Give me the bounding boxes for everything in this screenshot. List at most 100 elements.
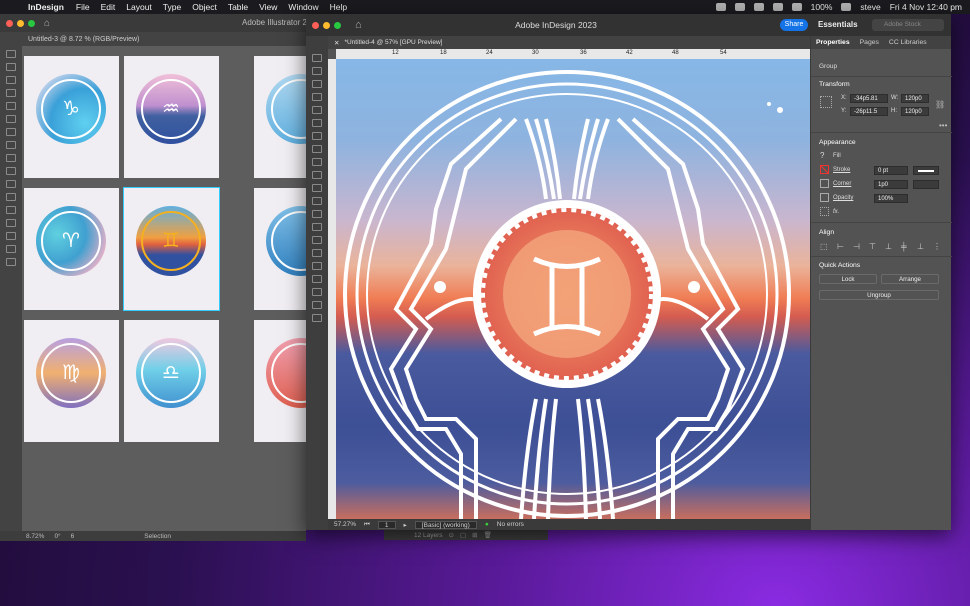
hand-tool-icon[interactable] <box>6 219 16 227</box>
share-button[interactable]: Share <box>780 19 808 31</box>
height-field[interactable]: 120p0 <box>901 107 929 116</box>
artboard[interactable]: ♈ <box>24 188 119 310</box>
lock-button[interactable]: Lock <box>819 274 877 284</box>
preflight-status[interactable]: No errors <box>497 521 524 528</box>
artboard[interactable]: ♑ <box>24 56 119 178</box>
dropbox-icon[interactable] <box>753 3 764 11</box>
adobe-stock-search[interactable]: Adobe Stock <box>872 19 944 31</box>
selection-tool-icon[interactable] <box>6 50 16 58</box>
arrange-button[interactable]: Arrange <box>881 274 939 284</box>
delete-layer-icon[interactable]: 🗑 <box>484 531 492 539</box>
reference-point-icon[interactable] <box>820 96 832 108</box>
gradient-tool-icon[interactable] <box>6 180 16 188</box>
align-bottom-icon[interactable]: ⊥ <box>917 242 924 251</box>
pencil-tool-icon[interactable] <box>312 158 322 166</box>
first-page-icon[interactable]: ⏮ <box>364 521 370 529</box>
direct-selection-tool-icon[interactable] <box>312 67 322 75</box>
artboard[interactable]: ♍ <box>24 320 119 442</box>
align-left-icon[interactable]: ⊢ <box>837 242 844 251</box>
artboard-selected[interactable]: ♊ <box>123 187 220 311</box>
eyedropper-tool-icon[interactable] <box>312 249 322 257</box>
stroke-type-dropdown[interactable] <box>913 166 939 175</box>
align-center-icon[interactable]: ⊣ <box>853 242 860 251</box>
user-name[interactable]: steve <box>860 2 880 12</box>
curvature-tool-icon[interactable] <box>6 89 16 97</box>
hand-tool-icon[interactable] <box>312 262 322 270</box>
stroke-label[interactable]: Stroke <box>833 167 850 173</box>
workspace-switcher[interactable]: Essentials <box>818 20 858 29</box>
eraser-tool-icon[interactable] <box>6 167 16 175</box>
zoom-button[interactable] <box>28 19 35 27</box>
note-tool-icon[interactable] <box>312 236 322 244</box>
zoom-tool-icon[interactable] <box>6 232 16 240</box>
menu-layout[interactable]: Layout <box>126 2 152 12</box>
align-top-icon[interactable]: ⊥ <box>885 242 892 251</box>
page-tool-icon[interactable] <box>312 80 322 88</box>
align-to-dropdown-icon[interactable]: ⬚ <box>820 242 828 251</box>
wifi-icon[interactable] <box>841 3 852 11</box>
rectangle-tool-icon[interactable] <box>6 102 16 110</box>
type-tool-icon[interactable] <box>312 119 322 127</box>
line-tool-icon[interactable] <box>312 132 322 140</box>
content-collector-icon[interactable] <box>312 106 322 114</box>
ai-rotate-view[interactable]: 0° <box>54 533 60 540</box>
menu-window[interactable]: Window <box>288 2 318 12</box>
eyedropper-tool-icon[interactable] <box>6 193 16 201</box>
free-transform-tool-icon[interactable] <box>312 210 322 218</box>
zoom-tool-icon[interactable] <box>312 275 322 283</box>
corner-label[interactable]: Corner <box>833 181 851 187</box>
pen-tool-icon[interactable] <box>6 76 16 84</box>
corner-shape-dropdown[interactable] <box>913 180 939 189</box>
vertical-ruler[interactable] <box>328 59 336 519</box>
artboard[interactable] <box>254 320 306 442</box>
new-layer-icon[interactable]: ⊞ <box>472 531 477 539</box>
apply-none-icon[interactable] <box>312 301 322 309</box>
menu-view[interactable]: View <box>259 2 277 12</box>
scissors-tool-icon[interactable] <box>312 197 322 205</box>
artboard[interactable] <box>254 188 306 310</box>
fill-stroke-icon[interactable] <box>6 245 16 253</box>
tab-cc-libraries[interactable]: CC Libraries <box>884 39 932 46</box>
ai-artboard-number[interactable]: 6 <box>71 533 75 540</box>
artboard[interactable]: ♒ <box>124 56 219 178</box>
headphones-icon[interactable] <box>772 3 783 11</box>
menu-table[interactable]: Table <box>228 2 248 12</box>
make-clip-mask-icon[interactable]: ▢ <box>460 531 466 539</box>
illustrator-canvas[interactable]: ♑ ♒ ♈ ♊ ♍ ♎ <box>22 46 306 541</box>
menu-help[interactable]: Help <box>330 2 347 12</box>
clock[interactable]: Fri 4 Nov 12:40 pm <box>890 2 962 12</box>
artboard[interactable] <box>254 56 306 178</box>
gemini-artwork[interactable] <box>336 59 810 519</box>
ai-zoom-level[interactable]: 8.72% <box>26 533 44 540</box>
ungroup-button[interactable]: Ungroup <box>819 290 939 300</box>
next-page-icon[interactable]: ▸ <box>404 521 407 529</box>
horizontal-ruler[interactable]: 12 18 24 30 36 42 48 54 <box>336 49 810 59</box>
align-right-icon[interactable]: ⊤ <box>869 242 876 251</box>
x-position-field[interactable]: -34p5.81 <box>850 94 888 103</box>
creative-cloud-icon[interactable] <box>715 3 726 11</box>
distribute-icon[interactable]: ⋮ <box>933 242 941 251</box>
fill-swatch-icon[interactable]: ? <box>820 151 824 160</box>
opacity-field[interactable]: 100% <box>874 194 908 203</box>
fill-stroke-icon[interactable] <box>312 288 322 296</box>
rotate-tool-icon[interactable] <box>6 141 16 149</box>
menu-object[interactable]: Object <box>192 2 217 12</box>
document-canvas[interactable] <box>336 59 810 519</box>
direct-selection-tool-icon[interactable] <box>6 63 16 71</box>
tab-pages[interactable]: Pages <box>855 39 884 46</box>
tab-properties[interactable]: Properties <box>811 39 855 46</box>
fx-label[interactable]: fx. <box>833 209 839 215</box>
constrain-proportions-icon[interactable]: ⛓ <box>935 100 945 109</box>
record-icon[interactable] <box>734 3 745 11</box>
y-position-field[interactable]: -26p11.5 <box>850 107 888 116</box>
stroke-swatch-icon[interactable] <box>820 165 829 174</box>
scale-tool-icon[interactable] <box>6 154 16 162</box>
gap-tool-icon[interactable] <box>312 93 322 101</box>
battery-percent[interactable]: 100% <box>811 2 833 12</box>
id-zoom-level[interactable]: 57.27% <box>334 521 356 528</box>
tab-close-icon[interactable]: ✕ <box>334 39 339 47</box>
gradient-tool-icon[interactable] <box>312 223 322 231</box>
menu-type[interactable]: Type <box>163 2 181 12</box>
minimize-button[interactable] <box>17 19 24 27</box>
rectangle-tool-icon[interactable] <box>312 184 322 192</box>
